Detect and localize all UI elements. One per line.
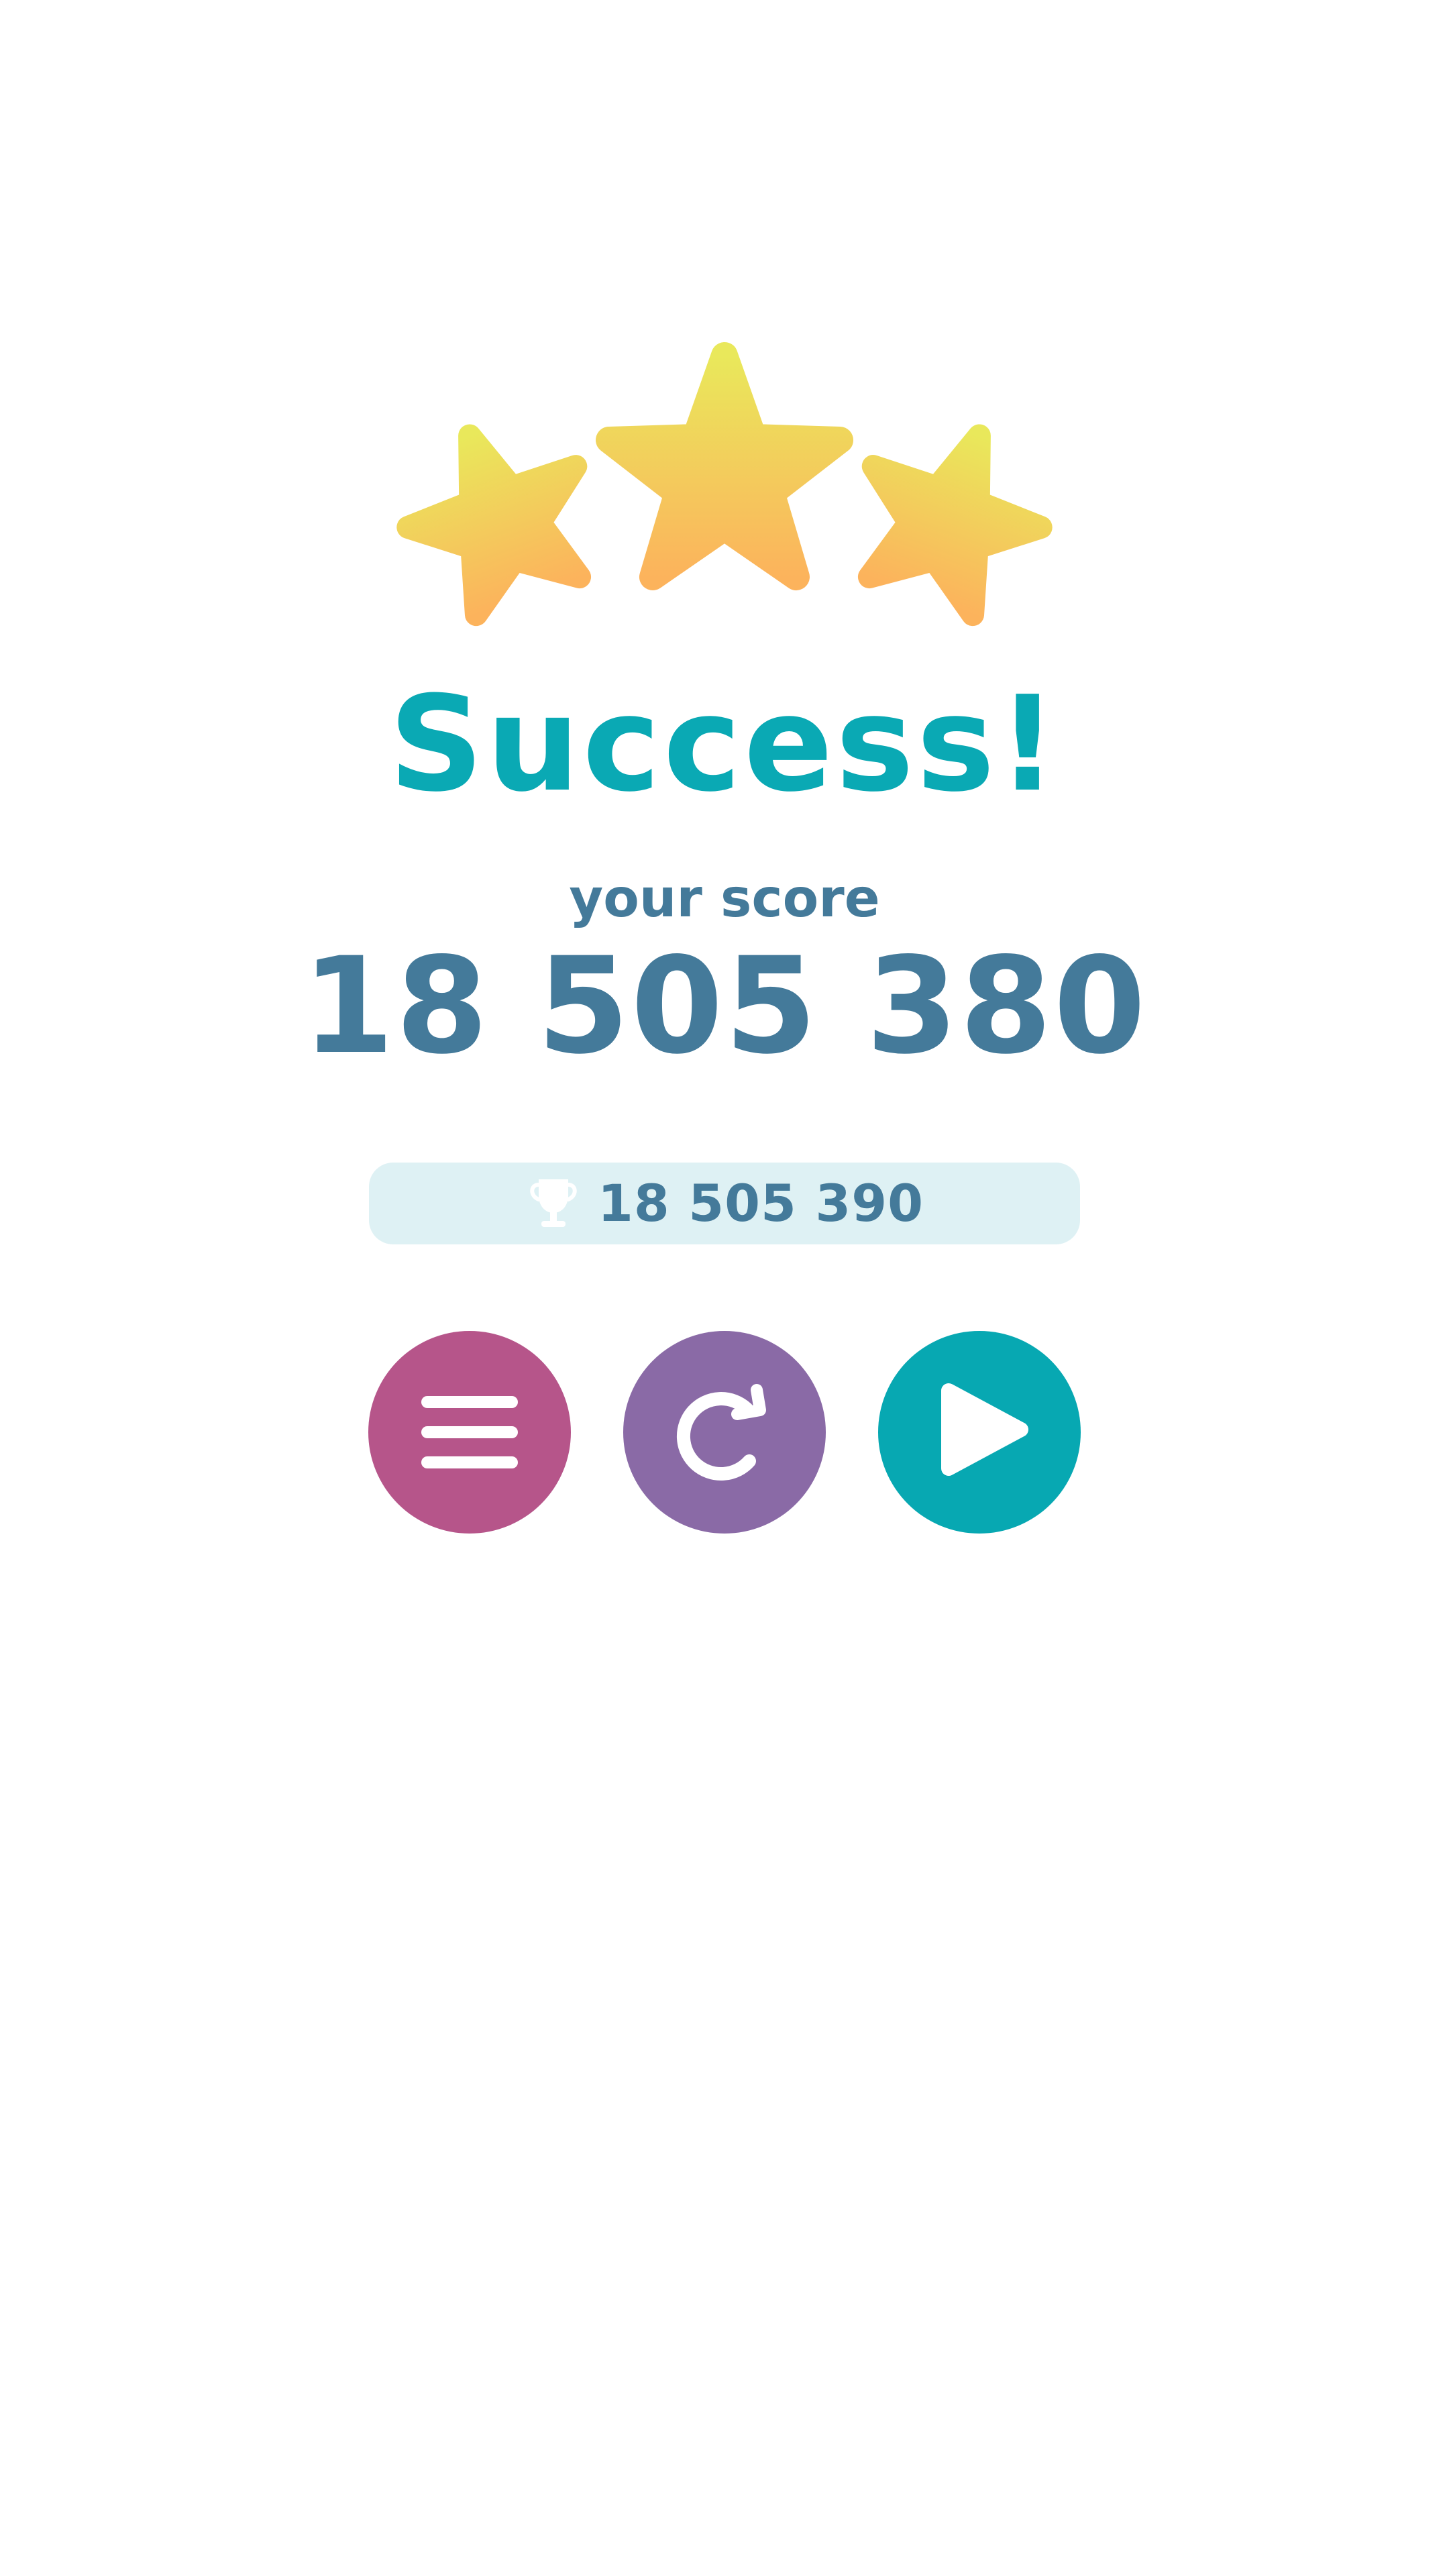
result-title: Success! xyxy=(388,668,1061,821)
star-icon-left xyxy=(396,424,592,627)
best-score-value: 18 505 390 xyxy=(598,1173,924,1233)
stars-graphic xyxy=(396,342,1053,627)
next-level-button[interactable] xyxy=(878,1331,1081,1534)
star-icon-center xyxy=(596,342,853,590)
menu-icon xyxy=(421,1396,518,1468)
score-label: your score xyxy=(569,869,880,929)
star-icon-right xyxy=(857,424,1053,627)
trophy-icon xyxy=(530,1179,577,1227)
restart-icon xyxy=(676,1384,766,1481)
best-score-panel: 18 505 390 xyxy=(369,1163,1080,1244)
score-value: 18 505 380 xyxy=(301,928,1147,1083)
restart-button[interactable] xyxy=(623,1331,826,1534)
star-rating xyxy=(0,0,1449,671)
menu-button[interactable] xyxy=(368,1331,571,1534)
play-icon xyxy=(941,1383,1028,1476)
